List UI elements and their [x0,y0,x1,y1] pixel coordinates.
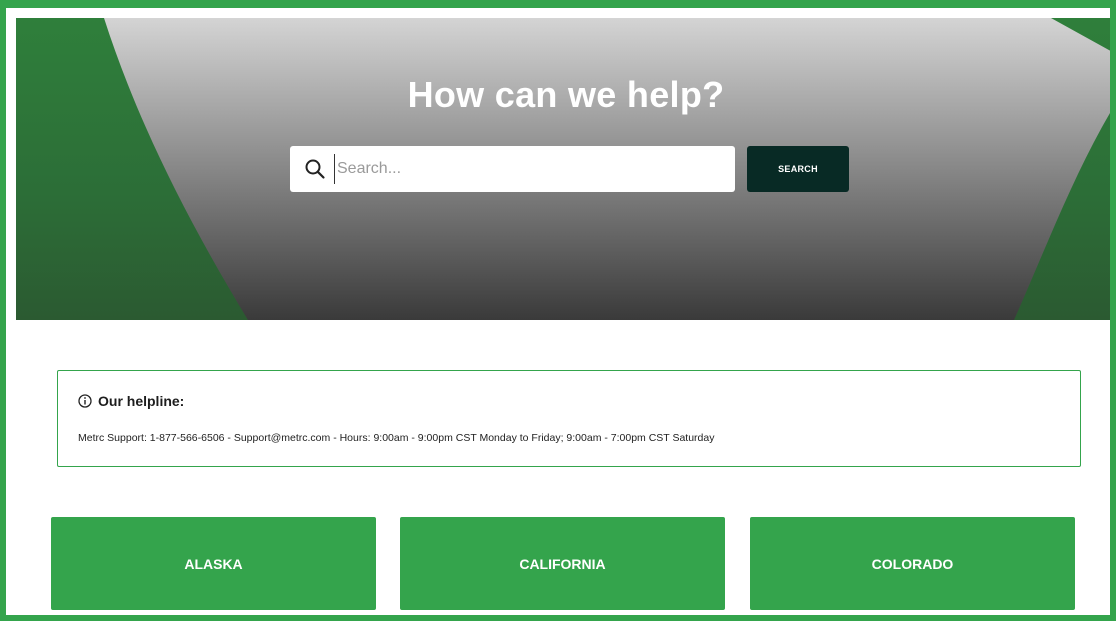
state-button-colorado[interactable]: COLORADO [750,517,1075,610]
helpline-heading: Our helpline: [98,393,185,409]
search-input[interactable] [334,154,714,184]
search-button[interactable]: SEARCH [747,146,849,192]
search-box[interactable] [290,146,735,192]
helpline-heading-row: Our helpline: [78,393,184,409]
hero-title: How can we help? [407,74,725,115]
helpline-panel: Our helpline: Metrc Support: 1-877-566-6… [57,370,1081,467]
helpline-text: Metrc Support: 1-877-566-6506 - Support@… [78,432,715,444]
page-frame: How can we help? SEARCH Our helpline: [0,0,1116,621]
info-icon [78,394,92,408]
state-button-alaska[interactable]: ALASKA [51,517,376,610]
search-icon [304,158,326,180]
state-button-california[interactable]: CALIFORNIA [400,517,725,610]
hero-banner: How can we help? SEARCH [16,18,1110,320]
